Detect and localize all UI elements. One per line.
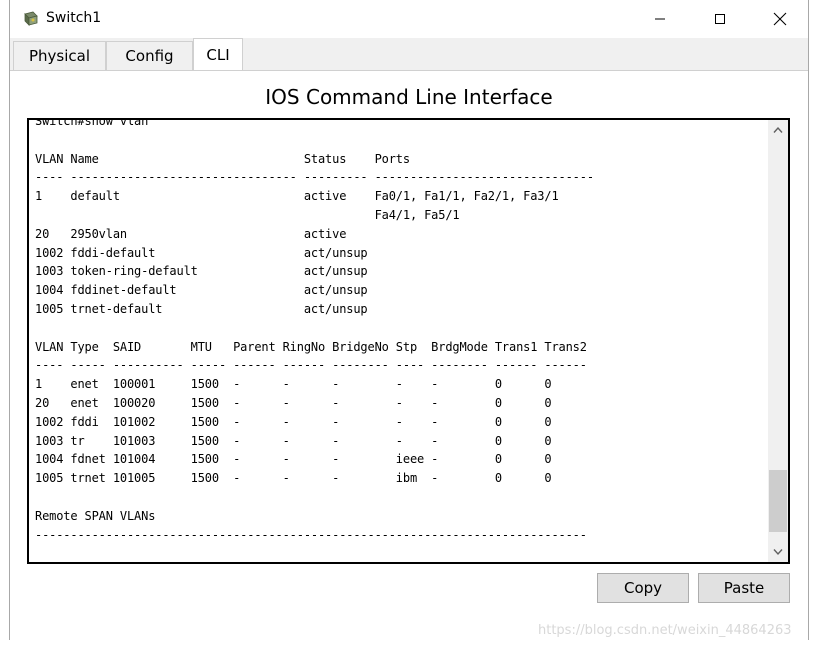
maximize-icon <box>715 14 725 24</box>
close-button[interactable] <box>757 0 803 38</box>
scroll-thumb[interactable] <box>769 470 787 532</box>
switch-device-icon <box>24 11 38 26</box>
maximize-button[interactable] <box>697 0 743 38</box>
minimize-button[interactable] <box>637 0 683 38</box>
cli-panel: IOS Command Line Interface Switch#show v… <box>10 70 808 640</box>
tab-physical[interactable]: Physical <box>13 41 106 70</box>
scroll-down-button[interactable] <box>768 542 788 562</box>
tab-config[interactable]: Config <box>106 41 193 70</box>
scroll-up-button[interactable] <box>768 120 788 140</box>
page-title: IOS Command Line Interface <box>265 85 553 109</box>
console-scrollbar[interactable] <box>768 120 788 562</box>
title-bar[interactable]: Switch1 <box>10 0 808 38</box>
minimize-icon <box>655 18 665 20</box>
paste-button[interactable]: Paste <box>698 573 790 603</box>
close-icon <box>773 12 787 26</box>
tab-cli[interactable]: CLI <box>193 38 243 70</box>
cli-console[interactable]: Switch#show vlan VLAN Name Status Ports … <box>27 118 790 564</box>
tab-bar: Physical Config CLI <box>10 38 808 70</box>
copy-button[interactable]: Copy <box>597 573 689 603</box>
switch-window: Switch1 Physical Config CLI IOS Command … <box>9 0 809 640</box>
console-output[interactable]: Switch#show vlan VLAN Name Status Ports … <box>35 120 594 544</box>
window-title: Switch1 <box>46 10 102 26</box>
watermark: https://blog.csdn.net/weixin_44864263 <box>538 623 792 638</box>
chevron-down-icon <box>773 549 783 556</box>
chevron-up-icon <box>773 126 783 133</box>
